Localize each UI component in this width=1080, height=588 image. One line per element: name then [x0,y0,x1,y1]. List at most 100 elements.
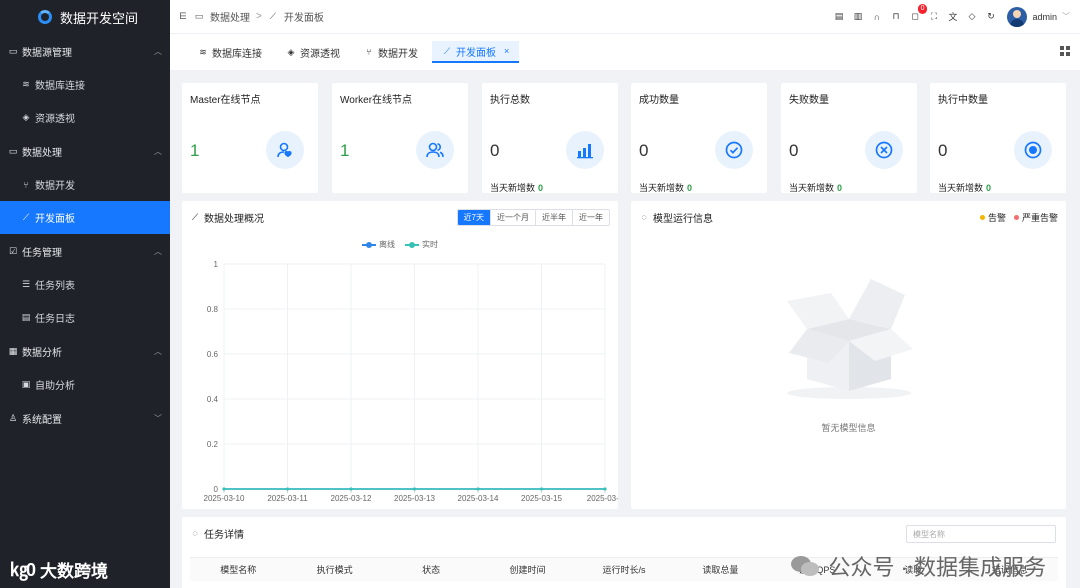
sidebar-item-task-log[interactable]: ▤ 任务日志 [0,301,170,334]
user-settings-icon: ♙ [8,412,18,423]
username: admin [1032,11,1057,22]
x-tick-label: 2025-03-13 [394,494,435,503]
data-point [603,487,607,491]
column-header[interactable]: 创建时间 [479,563,575,576]
column-header[interactable]: 状态 [383,563,479,576]
breadcrumb-item[interactable]: 数据处理 [210,9,250,24]
stat-card-master: Master在线节点 1 [182,83,318,193]
overview-chart: 0 0.2 0.4 0.6 0.8 1 2025-03-10 2025-03-11 2025-0… [204,260,618,503]
menu-group-datasource[interactable]: ▭ 数据源管理 ︿ [0,34,170,68]
loading-icon: ◌ [641,212,647,222]
data-point [540,487,543,491]
folder-icon: ▭ [8,145,18,156]
tab-dev-panel[interactable]: ⟋ 开发面板 × [432,41,520,63]
task-search-input[interactable]: 模型名称 [906,525,1056,543]
legend-severe: 严重告警 [1013,211,1058,224]
stat-new: 当天新增数 0 [490,183,544,193]
breadcrumb-separator: > [256,11,262,22]
app-logo[interactable]: 数据开发空间 [0,0,170,34]
cube-icon: ◈ [22,112,30,122]
data-point [286,487,289,491]
top-header: ⋿ ▭ 数据处理 > ⟋ 开发面板 ▤ ▥ ∩ ⊓ ◻ 0 ⛶ 文 ◇ ↻ adm… [170,0,1080,34]
stat-card-worker: Worker在线节点 1 [332,83,468,193]
refresh-icon[interactable]: ↻ [984,10,997,23]
model-title: 模型运行信息 [653,213,713,225]
sidebar: 数据开发空间 ▭ 数据源管理 ︿ ≋ 数据库连接 ◈ 资源透视 ▭ 数据处理 ︿ ⑂ 数据… [0,0,170,588]
y-tick-label: 0.8 [207,305,219,314]
user-heart-icon [266,131,304,169]
main-content: Master在线节点 1 Worker在线节点 1 执行总数 0 当天新增数 0 … [170,70,1080,588]
book-icon[interactable]: ▥ [851,10,864,23]
menu-group-tasks[interactable]: ☑ 任务管理 ︿ [0,234,170,268]
column-header[interactable]: 执行模式 [286,563,382,576]
chevron-down-icon: ﹀ [1062,12,1070,21]
menu-group-system[interactable]: ♙ 系统配置 ﹀ [0,401,170,435]
checkbox-icon: ☑ [8,245,18,256]
lock-icon[interactable]: ⊓ [889,10,902,23]
stat-value: 1 [190,141,200,160]
x-circle-icon [865,131,903,169]
close-icon[interactable]: × [504,46,509,56]
stat-value: 0 [490,141,500,160]
sidebar-item-resource-view[interactable]: ◈ 资源透视 [0,101,170,134]
wechat-watermark: 公众号 · 数据集成服务 [790,550,1046,582]
menu-group-processing[interactable]: ▭ 数据处理 ︿ [0,134,170,168]
document-icon[interactable]: ▤ [832,10,845,23]
stat-card-total: 执行总数 0 当天新增数 0 [482,83,618,193]
sidebar-item-task-list[interactable]: ☰ 任务列表 [0,268,170,301]
y-tick-label: 0.6 [207,350,219,359]
user-menu[interactable]: admin ﹀ [1007,6,1070,27]
app-title: 数据开发空间 [60,10,139,26]
x-tick-label: 2025-03-1 [587,494,618,503]
folder-icon: ▭ [194,11,204,21]
sidebar-item-self-analysis[interactable]: ▣ 自助分析 [0,368,170,401]
tab-resource-view[interactable]: ◈ 资源透视 [276,41,350,63]
avatar [1007,6,1028,27]
model-panel: ◌ 模型运行信息 告警 严重告警 暂无模型信息 [631,201,1066,509]
headset-icon[interactable]: ∩ [870,10,883,23]
breadcrumb: ⋿ ▭ 数据处理 > ⟋ 开发面板 [178,9,324,24]
stat-card-success: 成功数量 0 当天新增数 0 [631,83,767,193]
chevron-down-icon: ﹀ [154,413,162,423]
chevron-up-icon: ︿ [154,46,162,56]
branch-icon: ⑂ [366,47,372,57]
column-header[interactable]: 读取总量 [672,563,768,576]
notification-badge: 0 [917,4,928,14]
stat-value: 0 [789,141,799,160]
menu-fold-icon[interactable]: ⋿ [178,11,188,22]
data-point [413,487,416,491]
stat-card-running: 执行中数量 0 当天新增数 0 [930,83,1066,193]
tab-db-connection[interactable]: ≋ 数据库连接 [188,41,272,63]
translate-icon[interactable]: 文 [946,10,959,23]
column-header[interactable]: 运行时长/s [576,563,672,576]
stat-title: 执行总数 [490,95,530,106]
sidebar-item-db-connection[interactable]: ≋ 数据库连接 [0,68,170,101]
x-tick-label: 2025-03-11 [267,494,308,503]
theme-icon[interactable]: ◇ [965,10,978,23]
users-icon [416,131,454,169]
footer-brand: ㎏0 大数跨境 [10,556,108,582]
cube-icon: ◈ [287,46,295,57]
tab-data-dev[interactable]: ⑂ 数据开发 [354,41,428,63]
stat-title: 执行中数量 [938,95,988,106]
chevron-up-icon: ︿ [154,246,162,256]
table-icon: ▦ [8,345,18,356]
data-point [349,487,353,491]
sidebar-item-dev-panel[interactable]: ⟋ 开发面板 [0,201,170,234]
fullscreen-icon[interactable]: ⛶ [927,10,940,23]
report-icon: ▣ [21,379,31,389]
sidebar-menu: ▭ 数据源管理 ︿ ≋ 数据库连接 ◈ 资源透视 ▭ 数据处理 ︿ ⑂ 数据开发 ⟋ 开发面… [0,34,170,435]
column-header[interactable]: 模型名称 [190,563,286,576]
x-tick-label: 2025-03-14 [458,494,499,503]
tabs-bar: ≋ 数据库连接 ◈ 资源透视 ⑂ 数据开发 ⟋ 开发面板 × [170,34,1080,70]
loading-icon: ◌ [192,528,198,538]
x-tick-label: 2025-03-10 [204,494,245,503]
menu-group-analysis[interactable]: ▦ 数据分析 ︿ [0,334,170,368]
sidebar-item-data-dev[interactable]: ⑂ 数据开发 [0,168,170,201]
folder-icon: ▭ [8,45,18,56]
document-icon: ▤ [21,312,31,322]
y-tick-label: 0.4 [207,395,219,404]
stat-new: 当天新增数 0 [938,183,992,193]
notification-icon[interactable]: ◻ 0 [908,4,928,23]
grid-menu-icon[interactable] [1060,46,1070,56]
